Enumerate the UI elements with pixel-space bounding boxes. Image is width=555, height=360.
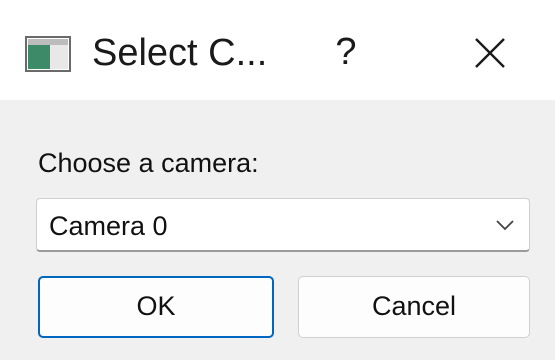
close-icon	[465, 38, 515, 82]
window-title: Select C...	[92, 32, 268, 74]
help-button[interactable]: ?	[326, 26, 366, 78]
ok-button[interactable]: OK	[38, 276, 274, 338]
app-window-icon	[25, 36, 71, 72]
close-button[interactable]	[465, 28, 515, 78]
camera-prompt-label: Choose a camera:	[38, 148, 259, 178]
cancel-button[interactable]: Cancel	[298, 276, 530, 338]
title-bar[interactable]: Select C... ?	[0, 0, 555, 100]
chevron-down-icon	[495, 218, 515, 232]
camera-select[interactable]: Camera 0	[36, 198, 530, 252]
camera-select-value: Camera 0	[49, 211, 168, 241]
dialog-body: Choose a camera: Camera 0 OK Cancel	[0, 100, 555, 360]
dialog-window: Select C... ? Choose a camera: Camera 0 …	[0, 0, 555, 360]
